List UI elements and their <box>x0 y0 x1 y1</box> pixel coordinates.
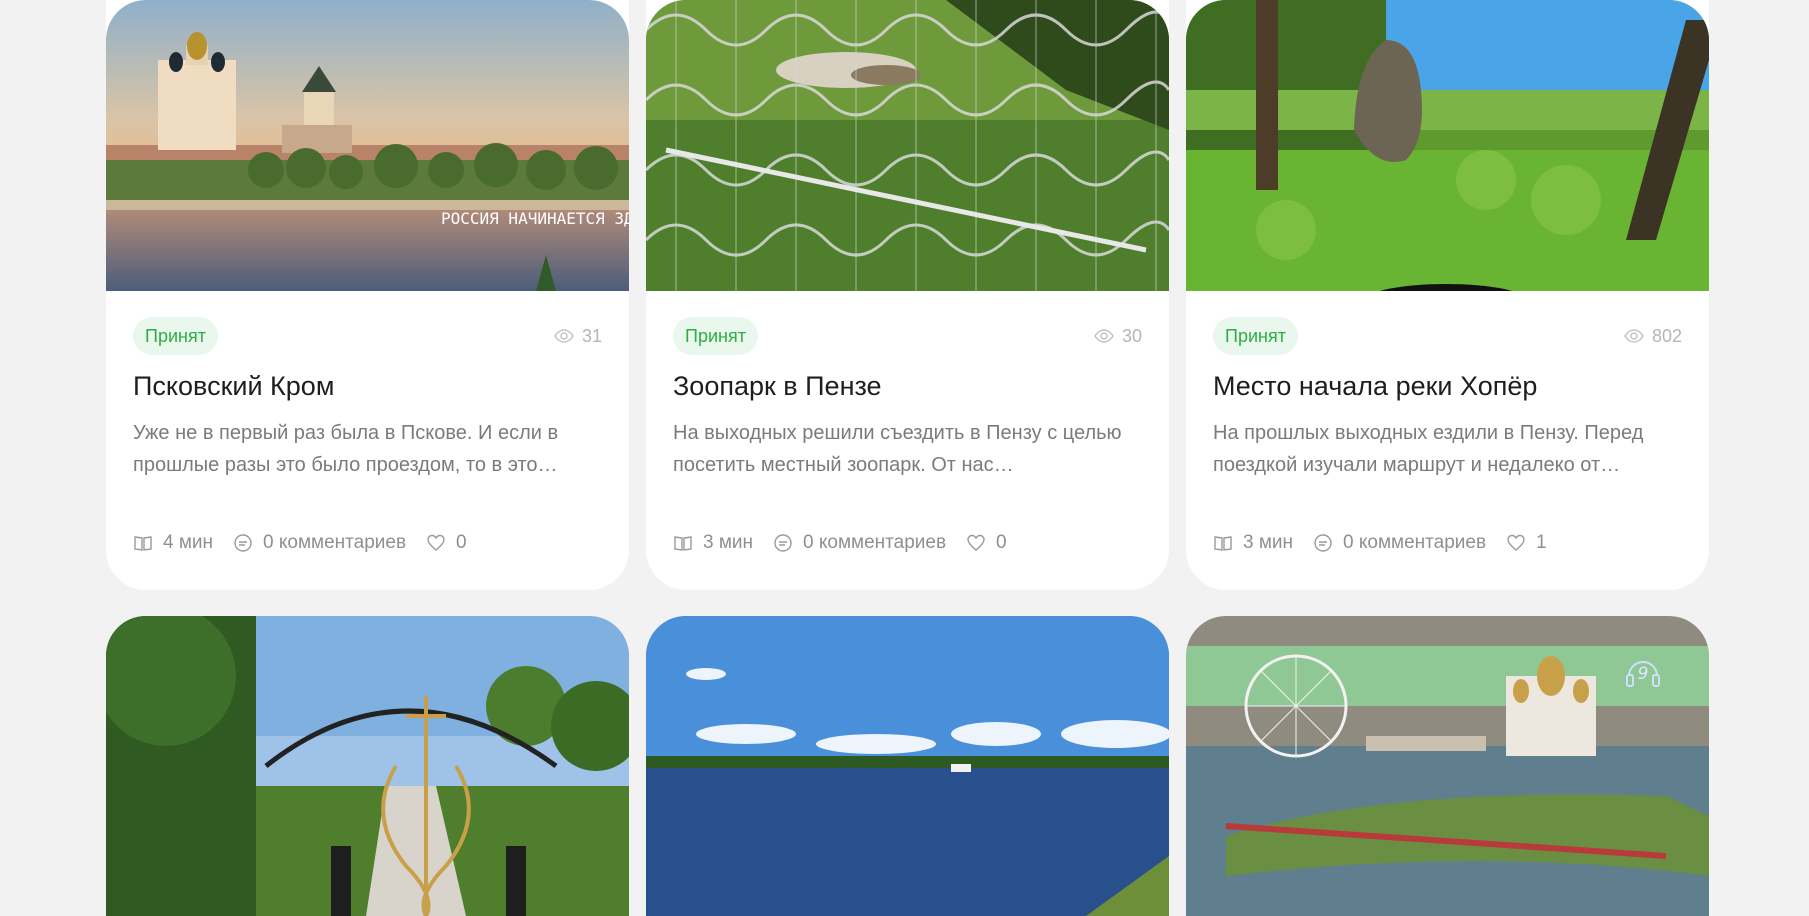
comments-count[interactable]: 0 комментариев <box>233 532 406 554</box>
article-excerpt: На прошлых выходных ездили в Пензу. Пере… <box>1213 422 1644 476</box>
comments-count[interactable]: 0 комментариев <box>1313 532 1486 554</box>
heart-icon <box>967 534 985 551</box>
views-value: 31 <box>581 325 602 346</box>
read-time: 3 мин <box>1213 532 1293 554</box>
audio-badge-number: 9 <box>1638 664 1649 684</box>
comment-icon <box>1314 534 1332 552</box>
comment-icon <box>234 534 252 552</box>
article-card[interactable]: Принят 30 Зоопарк в Пензе На выходных ре… <box>646 0 1169 590</box>
eye-icon <box>554 329 574 343</box>
image-caption: РОССИЯ НАЧИНАЕТСЯ ЗДЕСЬ <box>441 209 629 228</box>
comment-icon <box>774 534 792 552</box>
views-count: 802 <box>1624 326 1682 347</box>
article-title[interactable]: Место начала реки Хопёр <box>1213 369 1682 403</box>
views-count: 30 <box>1094 326 1142 347</box>
article-title[interactable]: Зоопарк в Пензе <box>673 369 1142 403</box>
book-icon <box>674 536 692 551</box>
heart-icon <box>1507 534 1525 551</box>
article-card[interactable] <box>106 616 629 916</box>
like-button[interactable]: 1 <box>1506 532 1547 554</box>
heart-icon <box>427 534 445 551</box>
book-icon <box>1214 536 1232 551</box>
like-button[interactable]: 0 <box>426 532 467 554</box>
views-value: 30 <box>1121 325 1142 346</box>
read-time: 4 мин <box>133 532 213 554</box>
book-icon <box>134 536 152 551</box>
article-image[interactable]: РОССИЯ НАЧИНАЕТСЯ ЗДЕСЬ <box>106 0 629 291</box>
article-card[interactable] <box>646 616 1169 916</box>
article-image[interactable] <box>646 0 1169 291</box>
eye-icon <box>1094 329 1114 343</box>
article-card[interactable]: Принят 802 Место начала реки Хопёр На пр… <box>1186 0 1709 590</box>
article-excerpt: На выходных решили съездить в Пензу с це… <box>673 422 1122 476</box>
article-title[interactable]: Псковский Кром <box>133 369 602 403</box>
article-grid: РОССИЯ НАЧИНАЕТСЯ ЗДЕСЬ Принят 31 Псковс… <box>106 0 1710 916</box>
article-image[interactable] <box>1186 0 1709 291</box>
eye-icon <box>1624 329 1644 343</box>
status-badge: Принят <box>1213 317 1298 355</box>
article-card[interactable]: 9 <box>1186 616 1709 916</box>
views-value: 802 <box>1651 325 1682 346</box>
status-badge: Принят <box>673 317 758 355</box>
audio-headphones-icon[interactable]: 9 <box>1623 652 1663 692</box>
article-image[interactable] <box>106 616 629 916</box>
status-badge: Принят <box>133 317 218 355</box>
views-count: 31 <box>554 326 602 347</box>
article-excerpt: Уже не в первый раз была в Пскове. И есл… <box>133 422 559 476</box>
article-image[interactable]: 9 <box>1186 616 1709 916</box>
like-button[interactable]: 0 <box>966 532 1007 554</box>
article-image[interactable] <box>646 616 1169 916</box>
comments-count[interactable]: 0 комментариев <box>773 532 946 554</box>
article-card[interactable]: РОССИЯ НАЧИНАЕТСЯ ЗДЕСЬ Принят 31 Псковс… <box>106 0 629 590</box>
read-time: 3 мин <box>673 532 753 554</box>
